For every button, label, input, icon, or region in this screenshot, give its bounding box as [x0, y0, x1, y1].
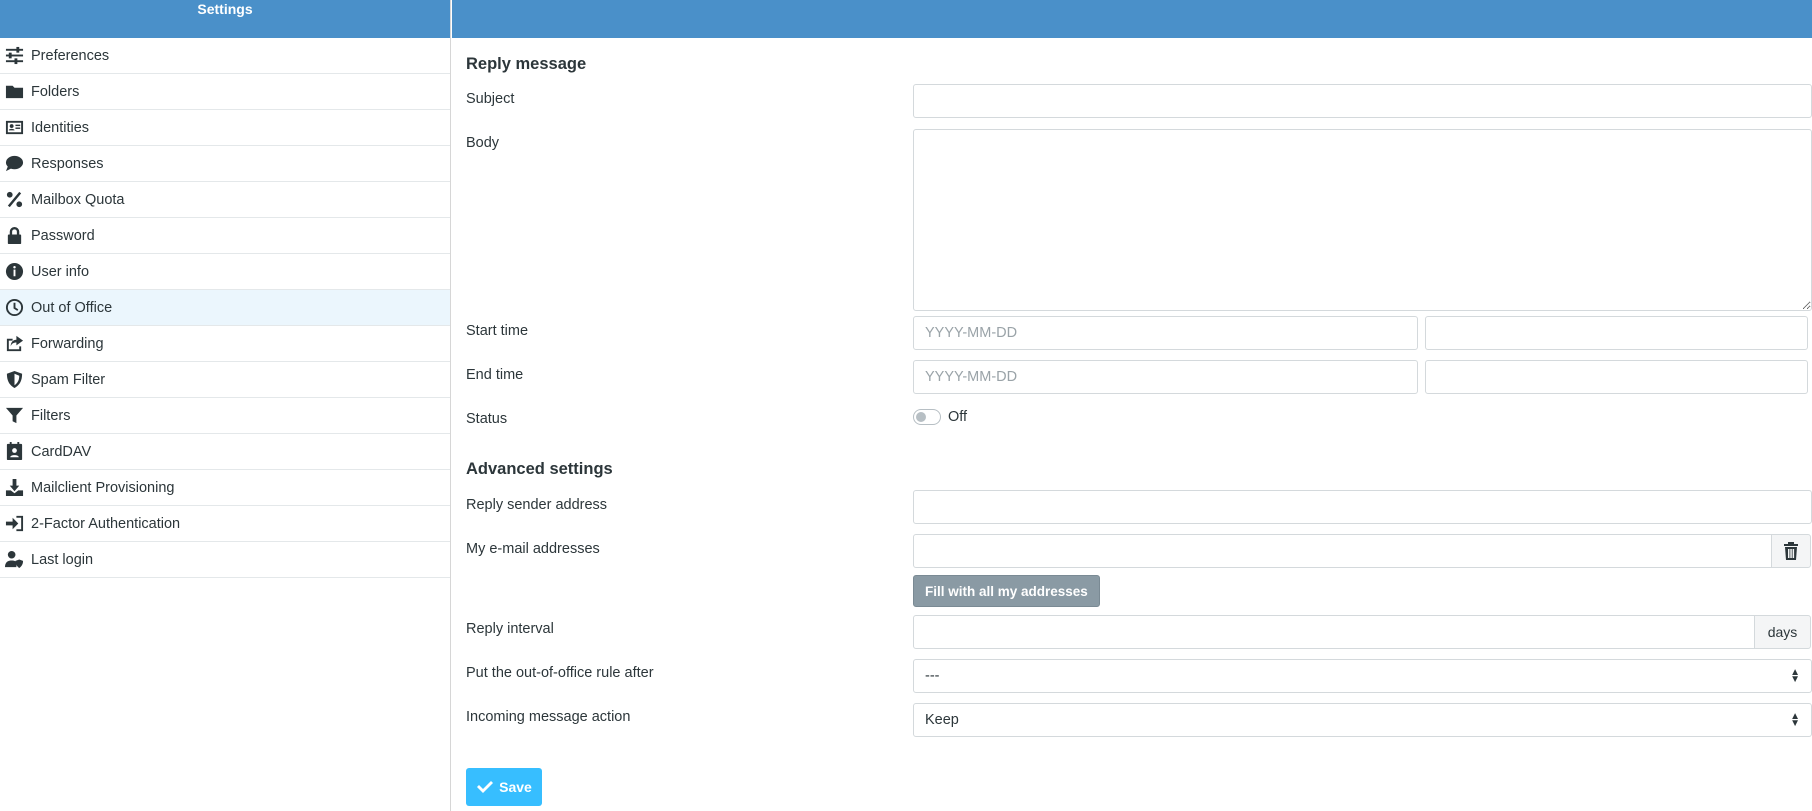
- sidebar-item-preferences[interactable]: Preferences: [0, 38, 450, 74]
- sidebar-item-folders[interactable]: Folders: [0, 74, 450, 110]
- lock-icon: [5, 226, 27, 246]
- percent-icon: [5, 190, 27, 210]
- sidebar-item-label: Identities: [31, 119, 90, 136]
- sidebar-item-label: Filters: [31, 407, 71, 424]
- incoming-action-label: Incoming message action: [466, 709, 631, 725]
- reply-interval-label: Reply interval: [466, 621, 554, 637]
- body-label: Body: [466, 135, 500, 151]
- main-header-bar: [452, 0, 1812, 38]
- sidebar-item-label: Spam Filter: [31, 371, 106, 388]
- trash-icon: [1784, 542, 1798, 560]
- reply-message-heading: Reply message: [466, 55, 587, 73]
- toggle-knob: [916, 412, 926, 422]
- sidebar-item-label: Out of Office: [31, 299, 113, 316]
- sidebar-item-carddav[interactable]: CardDAV: [0, 434, 450, 470]
- sidebar-item-label: Responses: [31, 155, 104, 172]
- reply-interval-input[interactable]: [913, 615, 1755, 649]
- subject-label: Subject: [466, 91, 515, 107]
- start-time-input[interactable]: [1425, 316, 1808, 350]
- rule-after-value: ---: [925, 668, 940, 684]
- sidebar-item-label: Mailclient Provisioning: [31, 479, 175, 496]
- reply-sender-input[interactable]: [913, 490, 1812, 524]
- sidebar-item-label: Preferences: [31, 47, 110, 64]
- sidebar-item-last-login[interactable]: Last login: [0, 542, 450, 578]
- id-card-icon: [5, 118, 27, 138]
- my-addresses-input[interactable]: [913, 534, 1772, 568]
- fill-all-addresses-button[interactable]: Fill with all my addresses: [913, 575, 1100, 607]
- settings-sidebar: Settings Preferences Folders Identities …: [0, 0, 451, 811]
- incoming-action-value: Keep: [925, 712, 959, 728]
- start-date-input[interactable]: YYYY-MM-DD: [913, 316, 1418, 350]
- sidebar-item-spam-filter[interactable]: Spam Filter: [0, 362, 450, 398]
- rule-after-label: Put the out-of-office rule after: [466, 665, 654, 681]
- status-label: Status: [466, 411, 508, 427]
- reply-sender-label: Reply sender address: [466, 497, 608, 513]
- sidebar-item-user-info[interactable]: User info: [0, 254, 450, 290]
- delete-addresses-button[interactable]: [1771, 534, 1811, 568]
- incoming-action-select[interactable]: Keep ▲ ▼: [913, 703, 1812, 737]
- shield-icon: [5, 370, 27, 390]
- sliders-icon: [5, 46, 27, 66]
- user-shield-icon: [5, 550, 27, 570]
- sidebar-item-filters[interactable]: Filters: [0, 398, 450, 434]
- folder-icon: [5, 82, 27, 102]
- sidebar-item-forwarding[interactable]: Forwarding: [0, 326, 450, 362]
- status-toggle[interactable]: [913, 409, 941, 425]
- end-time-input[interactable]: [1425, 360, 1808, 394]
- subject-input[interactable]: [913, 84, 1812, 118]
- sidebar-item-label: Mailbox Quota: [31, 191, 125, 208]
- end-time-label: End time: [466, 367, 524, 383]
- comment-icon: [5, 154, 27, 174]
- sort-caret-icon: ▲ ▼: [1790, 711, 1800, 729]
- save-label: Save: [499, 779, 532, 795]
- sidebar-item-responses[interactable]: Responses: [0, 146, 450, 182]
- advanced-settings-heading: Advanced settings: [466, 460, 613, 478]
- status-toggle-group: Off: [913, 409, 967, 425]
- check-icon: [477, 781, 494, 793]
- sidebar-item-identities[interactable]: Identities: [0, 110, 450, 146]
- filter-icon: [5, 406, 27, 426]
- sidebar-item-label: Forwarding: [31, 335, 104, 352]
- save-button[interactable]: Save: [466, 768, 542, 806]
- status-value: Off: [948, 409, 968, 425]
- sidebar-item-2fa[interactable]: 2-Factor Authentication: [0, 506, 450, 542]
- sign-in-icon: [5, 514, 27, 534]
- sidebar-item-label: 2-Factor Authentication: [31, 515, 181, 532]
- sidebar-item-mailclient-provisioning[interactable]: Mailclient Provisioning: [0, 470, 450, 506]
- start-time-label: Start time: [466, 323, 529, 339]
- sidebar-item-label: Password: [31, 227, 95, 244]
- sidebar-item-password[interactable]: Password: [0, 218, 450, 254]
- clock-icon: [5, 298, 27, 318]
- sidebar-item-label: CardDAV: [31, 443, 92, 460]
- my-addresses-label: My e-mail addresses: [466, 541, 600, 557]
- sidebar-item-label: Folders: [31, 83, 80, 100]
- download-icon: [5, 478, 27, 498]
- sidebar-title: Settings: [0, 0, 450, 38]
- info-circle-icon: [5, 262, 27, 282]
- end-date-input[interactable]: YYYY-MM-DD: [913, 360, 1418, 394]
- reply-interval-unit: days: [1754, 615, 1811, 649]
- sidebar-item-out-of-office[interactable]: Out of Office: [0, 290, 450, 326]
- sidebar-item-label: User info: [31, 263, 90, 280]
- sort-caret-icon: ▲ ▼: [1790, 667, 1800, 685]
- out-of-office-form: Reply message Subject Body Start time YY…: [466, 38, 1812, 811]
- rule-after-select[interactable]: --- ▲ ▼: [913, 659, 1812, 693]
- sidebar-item-mailbox-quota[interactable]: Mailbox Quota: [0, 182, 450, 218]
- settings-nav: Preferences Folders Identities Responses…: [0, 38, 450, 578]
- sidebar-item-label: Last login: [31, 551, 94, 568]
- address-book-icon: [5, 442, 27, 462]
- share-icon: [5, 334, 27, 354]
- body-textarea[interactable]: [913, 129, 1812, 311]
